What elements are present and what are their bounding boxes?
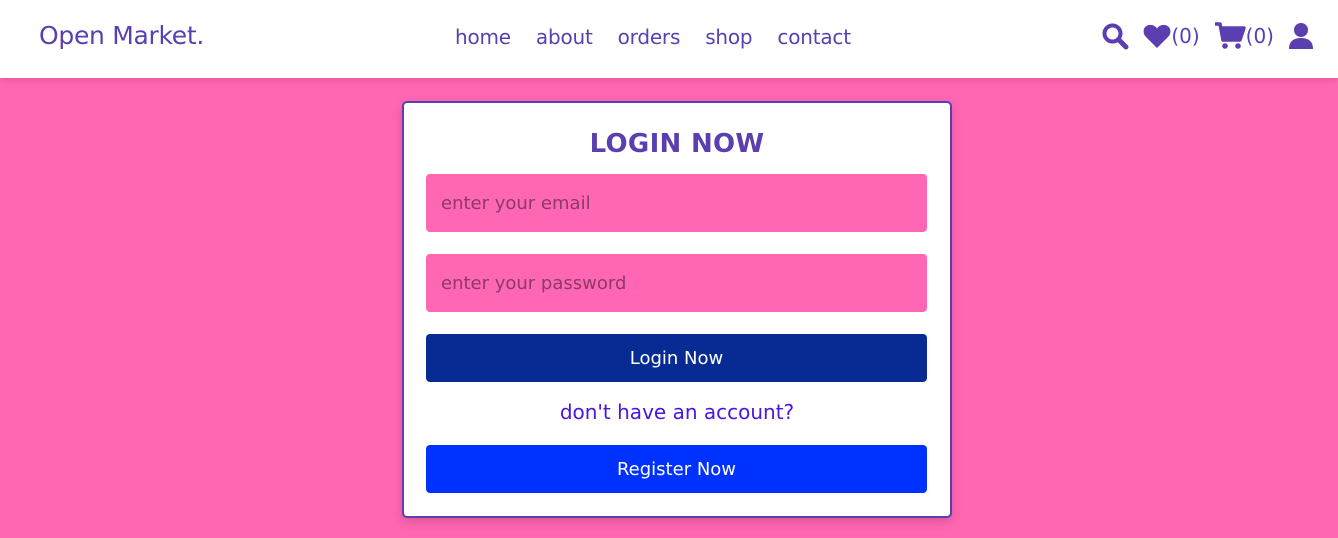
user-icon[interactable] bbox=[1288, 22, 1314, 50]
register-button[interactable]: Register Now bbox=[426, 445, 927, 493]
heart-icon bbox=[1143, 23, 1171, 49]
login-button[interactable]: Login Now bbox=[426, 334, 927, 382]
form-title: LOGIN NOW bbox=[589, 129, 765, 159]
wishlist-count: (0) bbox=[1171, 24, 1200, 48]
email-field[interactable] bbox=[426, 174, 927, 232]
cart-button[interactable]: (0) bbox=[1214, 22, 1274, 50]
nav-about[interactable]: about bbox=[536, 25, 593, 53]
nav-contact[interactable]: contact bbox=[777, 25, 851, 53]
password-field[interactable] bbox=[426, 254, 927, 312]
header: Open Market. home about orders shop cont… bbox=[0, 0, 1338, 78]
header-icons: (0) (0) bbox=[1101, 22, 1314, 50]
wishlist-button[interactable]: (0) bbox=[1143, 23, 1200, 49]
cart-count: (0) bbox=[1245, 24, 1274, 48]
site-logo[interactable]: Open Market. bbox=[39, 21, 204, 50]
register-prompt-link[interactable]: don't have an account? bbox=[404, 400, 950, 424]
nav-orders[interactable]: orders bbox=[618, 25, 681, 53]
nav-shop[interactable]: shop bbox=[705, 25, 752, 53]
search-icon[interactable] bbox=[1101, 22, 1129, 50]
main-nav: home about orders shop contact bbox=[455, 25, 851, 53]
nav-home[interactable]: home bbox=[455, 25, 511, 53]
login-form: LOGIN NOW Login Now don't have an accoun… bbox=[402, 101, 952, 518]
cart-icon bbox=[1214, 22, 1246, 50]
